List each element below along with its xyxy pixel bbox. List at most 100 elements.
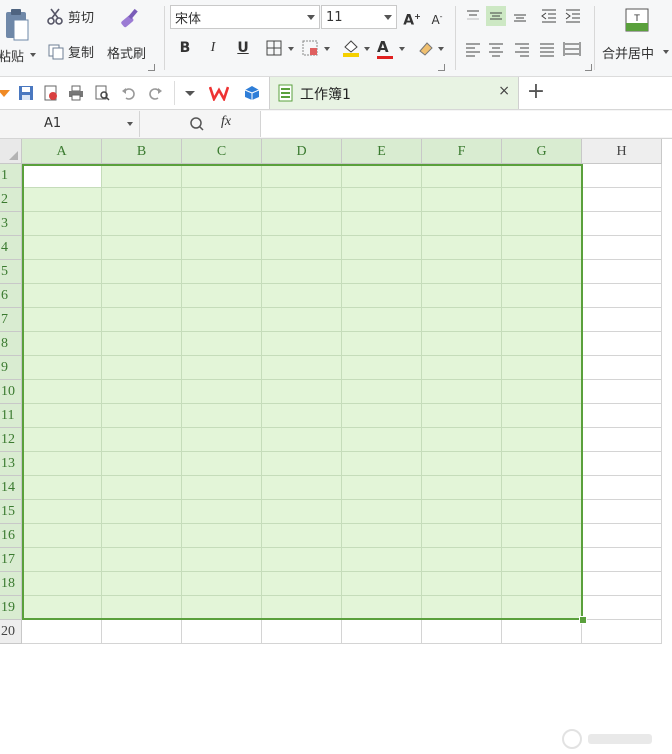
cell-d8[interactable] [262,332,342,356]
cell-a10[interactable] [22,380,102,404]
cell-f17[interactable] [422,548,502,572]
cell-b13[interactable] [102,452,182,476]
cell-h20[interactable] [582,620,662,644]
cell-d13[interactable] [262,452,342,476]
cell-b4[interactable] [102,236,182,260]
cell-c6[interactable] [182,284,262,308]
cell-g18[interactable] [502,572,582,596]
row-header-14[interactable]: 14 [0,476,22,500]
cell-d6[interactable] [262,284,342,308]
cell-f6[interactable] [422,284,502,308]
cell-b6[interactable] [102,284,182,308]
cell-e4[interactable] [342,236,422,260]
cell-h6[interactable] [582,284,662,308]
font-dialog-launcher-icon[interactable] [438,64,445,71]
column-header-b[interactable]: B [102,139,182,164]
cell-b9[interactable] [102,356,182,380]
cell-e14[interactable] [342,476,422,500]
cell-b17[interactable] [102,548,182,572]
alignment-dialog-launcher-icon[interactable] [585,64,592,71]
column-header-d[interactable]: D [262,139,342,164]
cell-a5[interactable] [22,260,102,284]
column-header-g[interactable]: G [502,139,582,164]
cell-d10[interactable] [262,380,342,404]
customize-toolbar-icon[interactable] [182,85,198,101]
cell-d14[interactable] [262,476,342,500]
cell-h4[interactable] [582,236,662,260]
cell-h3[interactable] [582,212,662,236]
cell-c2[interactable] [182,188,262,212]
cell-f1[interactable] [422,164,502,188]
cloud-cube-icon[interactable] [244,85,260,101]
copy-button[interactable]: 复制 [48,42,94,61]
distributed-align-button[interactable] [562,39,582,59]
borders-button[interactable] [266,40,294,60]
decrease-indent-button[interactable] [539,6,559,26]
cell-c20[interactable] [182,620,262,644]
cell-d7[interactable] [262,308,342,332]
cell-a20[interactable] [22,620,102,644]
underline-button[interactable]: U [233,38,253,58]
cell-g6[interactable] [502,284,582,308]
row-header-12[interactable]: 12 [0,428,22,452]
row-header-11[interactable]: 11 [0,404,22,428]
cell-h13[interactable] [582,452,662,476]
cell-e19[interactable] [342,596,422,620]
cell-g5[interactable] [502,260,582,284]
cell-d4[interactable] [262,236,342,260]
cell-f8[interactable] [422,332,502,356]
cell-b12[interactable] [102,428,182,452]
cell-a16[interactable] [22,524,102,548]
cell-f9[interactable] [422,356,502,380]
cell-f15[interactable] [422,500,502,524]
cell-h8[interactable] [582,332,662,356]
new-tab-plus-icon[interactable]: + [526,79,546,104]
tab-workbook1[interactable]: 工作簿1 × [269,77,519,109]
cell-a1[interactable] [22,164,102,188]
cell-c13[interactable] [182,452,262,476]
cell-style-button[interactable] [302,40,330,60]
zoom-search-icon[interactable] [189,116,205,132]
cell-b14[interactable] [102,476,182,500]
cell-f18[interactable] [422,572,502,596]
cell-g15[interactable] [502,500,582,524]
column-header-a[interactable]: A [22,139,102,164]
cell-h7[interactable] [582,308,662,332]
align-bottom-button[interactable] [510,6,530,26]
cell-g1[interactable] [502,164,582,188]
cell-d9[interactable] [262,356,342,380]
cell-b16[interactable] [102,524,182,548]
cell-c16[interactable] [182,524,262,548]
save-icon[interactable] [18,85,34,101]
cell-c15[interactable] [182,500,262,524]
row-header-3[interactable]: 3 [0,212,22,236]
cell-d16[interactable] [262,524,342,548]
italic-button[interactable]: I [203,38,223,58]
cell-d18[interactable] [262,572,342,596]
cell-d2[interactable] [262,188,342,212]
cell-a13[interactable] [22,452,102,476]
cell-h1[interactable] [582,164,662,188]
cell-e12[interactable] [342,428,422,452]
cell-c10[interactable] [182,380,262,404]
cell-a14[interactable] [22,476,102,500]
fill-color-button[interactable] [342,39,370,61]
cell-e16[interactable] [342,524,422,548]
cell-c11[interactable] [182,404,262,428]
cell-f7[interactable] [422,308,502,332]
cell-f5[interactable] [422,260,502,284]
cell-d17[interactable] [262,548,342,572]
cell-b18[interactable] [102,572,182,596]
column-header-h[interactable]: H [582,139,662,164]
cell-c19[interactable] [182,596,262,620]
cell-f14[interactable] [422,476,502,500]
cell-f19[interactable] [422,596,502,620]
row-header-18[interactable]: 18 [0,572,22,596]
cell-g8[interactable] [502,332,582,356]
cell-h10[interactable] [582,380,662,404]
cell-h16[interactable] [582,524,662,548]
cell-e7[interactable] [342,308,422,332]
close-icon[interactable]: × [498,83,510,99]
select-all-corner[interactable] [0,139,22,164]
align-left-button[interactable] [463,39,483,59]
